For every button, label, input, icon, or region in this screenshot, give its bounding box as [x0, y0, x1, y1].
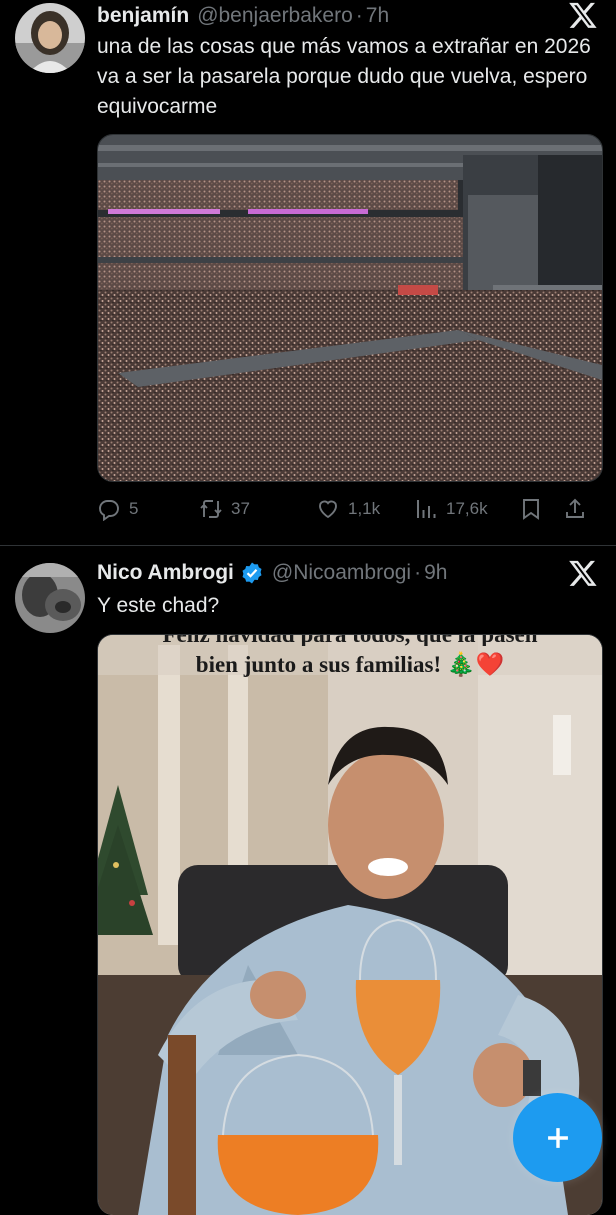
tweet-text: una de las cosas que más vamos a extraña…	[97, 35, 591, 118]
user-handle[interactable]: @benjaerbakero	[197, 4, 353, 28]
avatar[interactable]	[15, 563, 85, 633]
dot-separator: ·	[355, 4, 363, 27]
like-button[interactable]: 1,1k	[316, 497, 414, 521]
reply-button[interactable]: 5	[97, 497, 199, 521]
tweet-header: Nico Ambrogi @Nicoambrogi · 9h	[97, 557, 447, 589]
share-button[interactable]	[563, 497, 587, 521]
tweet-benjamin[interactable]: benjamín @benjaerbakero · 7h una de las …	[0, 0, 616, 545]
avatar[interactable]	[15, 3, 85, 73]
timestamp[interactable]: 7h	[366, 4, 389, 28]
reply-icon	[99, 500, 119, 521]
views-count: 17,6k	[446, 499, 488, 518]
compose-button[interactable]	[513, 1093, 602, 1182]
repost-icon	[200, 500, 222, 518]
tweet-actions: 5 37 1,1k 17,6k	[97, 492, 602, 526]
tweet-nico-ambrogi[interactable]: Nico Ambrogi @Nicoambrogi · 9h Y este ch…	[0, 546, 616, 1215]
repost-count: 37	[231, 499, 250, 518]
timestamp[interactable]: 9h	[424, 561, 447, 585]
dot-separator: ·	[414, 561, 422, 584]
verified-badge-icon	[240, 561, 264, 585]
display-name[interactable]: benjamín	[97, 4, 189, 28]
repost-button[interactable]: 37	[199, 497, 316, 521]
caption-top-line: Feliz navidad para todos, que la pasen	[98, 635, 602, 646]
reply-count: 5	[129, 499, 139, 518]
like-icon	[319, 500, 337, 519]
x-logo-icon	[568, 558, 598, 588]
plus-icon	[547, 1127, 568, 1148]
user-handle[interactable]: @Nicoambrogi	[272, 561, 411, 585]
share-icon	[566, 498, 584, 518]
tweet-header: benjamín @benjaerbakero · 7h	[97, 0, 389, 32]
stadium-crowd-image	[98, 135, 602, 481]
like-count: 1,1k	[348, 499, 381, 518]
views-icon	[417, 500, 436, 518]
bookmark-icon	[523, 499, 539, 520]
image-caption: bien junto a sus familias! 🎄❤️	[195, 652, 505, 677]
views-button[interactable]: 17,6k	[414, 497, 519, 521]
tweet-text: Y este chad?	[97, 594, 220, 617]
tweet-image-stadium[interactable]	[97, 134, 603, 482]
bookmark-button[interactable]	[519, 497, 563, 521]
x-logo-icon	[568, 0, 598, 30]
display-name[interactable]: Nico Ambrogi	[97, 561, 234, 585]
